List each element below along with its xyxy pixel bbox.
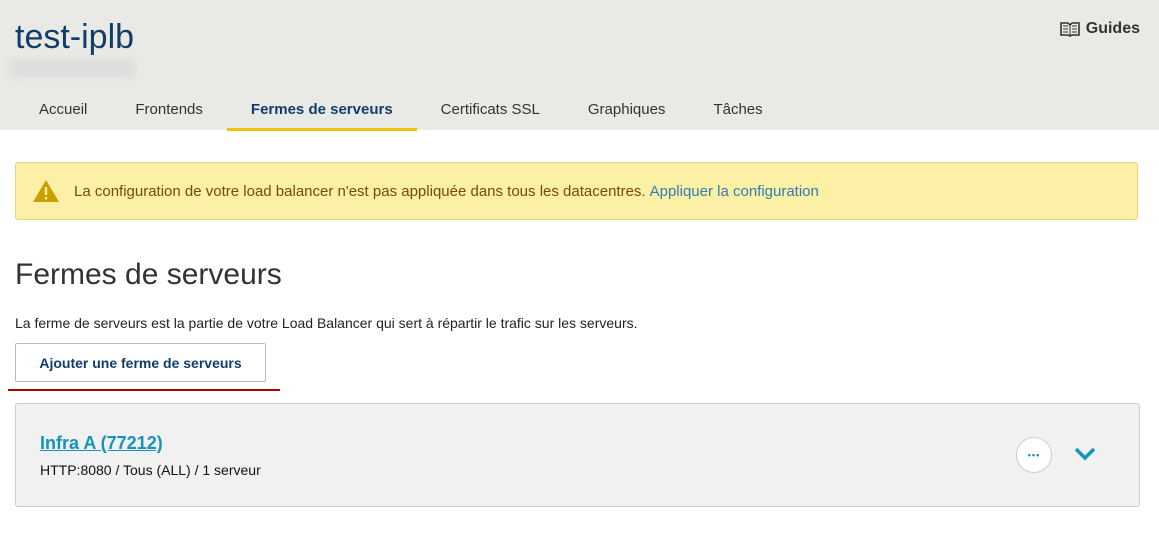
apply-configuration-link[interactable]: Appliquer la configuration (650, 183, 819, 200)
add-server-farm-button[interactable]: Ajouter une ferme de serveurs (15, 343, 266, 382)
guides-button[interactable]: Guides (1059, 20, 1140, 38)
server-farm-name-link[interactable]: Infra A (77212) (40, 433, 163, 454)
blurred-subtitle (10, 60, 135, 78)
tab-taches[interactable]: Tâches (689, 92, 786, 131)
tab-certificats-ssl[interactable]: Certificats SSL (417, 92, 564, 131)
server-farm-card: Infra A (77212) HTTP:8080 / Tous (ALL) /… (15, 403, 1140, 507)
ellipsis-icon: ••• (1027, 450, 1041, 460)
more-actions-button[interactable]: ••• (1016, 437, 1052, 473)
page-description: La ferme de serveurs est la partie de vo… (15, 315, 638, 331)
tab-bar: Accueil Frontends Fermes de serveurs Cer… (15, 92, 787, 131)
book-icon (1059, 22, 1080, 37)
guides-label: Guides (1085, 20, 1140, 37)
server-farm-details: HTTP:8080 / Tous (ALL) / 1 serveur (40, 462, 261, 478)
warning-alert: La configuration de votre load balancer … (15, 162, 1138, 220)
chevron-down-icon[interactable] (1073, 446, 1097, 462)
tab-frontends[interactable]: Frontends (111, 92, 227, 131)
alert-message: La configuration de votre load balancer … (74, 182, 646, 200)
warning-icon (33, 180, 59, 202)
page-header-title: test-iplb (15, 18, 135, 56)
tab-graphiques[interactable]: Graphiques (564, 92, 690, 131)
highlight-underline (8, 389, 280, 391)
tab-accueil[interactable]: Accueil (15, 92, 111, 131)
page-title: Fermes de serveurs (15, 258, 282, 291)
tab-fermes-de-serveurs[interactable]: Fermes de serveurs (226, 92, 417, 131)
header: test-iplb Guides Accueil Frontends Ferme… (0, 0, 1159, 131)
